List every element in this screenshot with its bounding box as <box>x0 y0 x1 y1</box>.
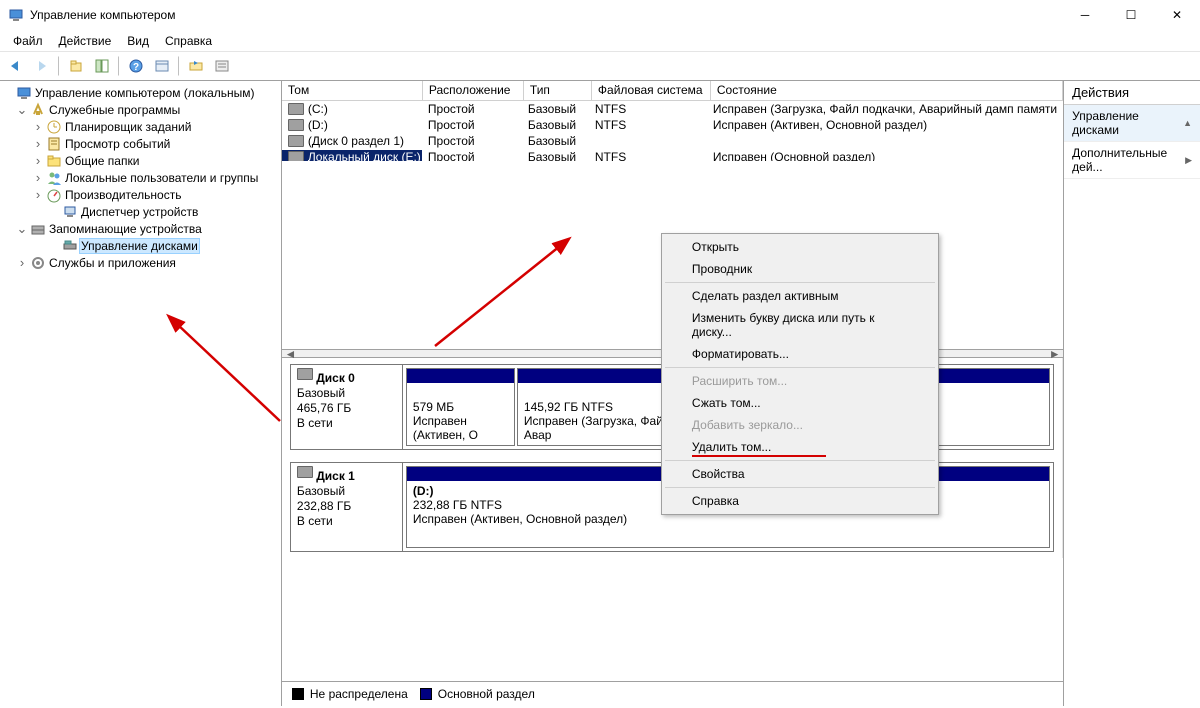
actions-diskmgmt[interactable]: Управление дисками▲ <box>1064 105 1200 142</box>
context-menu: Открыть Проводник Сделать раздел активны… <box>661 233 939 515</box>
help-button[interactable]: ? <box>124 54 148 78</box>
toolbar-separator <box>118 56 120 76</box>
disk-1-info[interactable]: Диск 1 Базовый 232,88 ГБ В сети <box>291 463 403 551</box>
chevron-right-icon: ▶ <box>1185 155 1192 166</box>
toolbar-separator <box>178 56 180 76</box>
tree-scheduler[interactable]: ›Планировщик заданий <box>0 118 281 135</box>
ctx-extend: Расширить том... <box>664 370 936 392</box>
drive-icon <box>288 151 304 161</box>
ctx-shrink[interactable]: Сжать том... <box>664 392 936 414</box>
volume-row-selected[interactable]: Локальный диск (E:) Простой Базовый NTFS… <box>282 149 1063 161</box>
legend-unallocated-label: Не распределена <box>310 687 408 701</box>
menu-help[interactable]: Справка <box>158 32 219 50</box>
maximize-button[interactable]: ☐ <box>1108 0 1154 30</box>
forward-button[interactable] <box>30 54 54 78</box>
up-button[interactable] <box>64 54 88 78</box>
ctx-separator <box>665 487 935 488</box>
menubar: Файл Действие Вид Справка <box>0 31 1200 51</box>
tree-disk-management[interactable]: Управление дисками <box>0 237 281 254</box>
ctx-delete-volume[interactable]: Удалить том... <box>664 436 936 458</box>
toolbar-separator <box>58 56 60 76</box>
drive-icon <box>288 135 304 147</box>
ctx-change-letter[interactable]: Изменить букву диска или путь к диску... <box>664 307 936 343</box>
legend-primary-swatch <box>420 688 432 700</box>
titlebar: Управление компьютером ─ ☐ ✕ <box>0 0 1200 31</box>
tree-services[interactable]: ›Службы и приложения <box>0 254 281 271</box>
tree-shared-folders[interactable]: ›Общие папки <box>0 152 281 169</box>
disk-0-partition-1[interactable]: 579 МБИсправен (Активен, О <box>406 368 515 446</box>
tree-local-users[interactable]: ›Локальные пользователи и группы <box>0 169 281 186</box>
legend-unallocated-swatch <box>292 688 304 700</box>
refresh-button[interactable] <box>184 54 208 78</box>
ctx-separator <box>665 367 935 368</box>
settings-button[interactable] <box>210 54 234 78</box>
ctx-separator <box>665 282 935 283</box>
minimize-button[interactable]: ─ <box>1062 0 1108 30</box>
close-button[interactable]: ✕ <box>1154 0 1200 30</box>
menu-file[interactable]: Файл <box>6 32 50 50</box>
col-type[interactable]: Тип <box>524 81 592 100</box>
menu-view[interactable]: Вид <box>120 32 156 50</box>
disk-0-info[interactable]: Диск 0 Базовый 465,76 ГБ В сети <box>291 365 403 449</box>
partition-bar <box>407 369 514 383</box>
show-hide-button[interactable] <box>90 54 114 78</box>
actions-pane: Действия Управление дисками▲ Дополнитель… <box>1064 81 1200 706</box>
view-button[interactable] <box>150 54 174 78</box>
col-fs[interactable]: Файловая система <box>592 81 711 100</box>
volume-row[interactable]: (Диск 0 раздел 1) Простой Базовый <box>282 133 1063 149</box>
tree-event-viewer[interactable]: ›Просмотр событий <box>0 135 281 152</box>
tree-system-tools[interactable]: ⌄Служебные программы <box>0 101 281 118</box>
ctx-properties[interactable]: Свойства <box>664 463 936 485</box>
tree-pane: Управление компьютером (локальным) ⌄Служ… <box>0 81 282 706</box>
ctx-format[interactable]: Форматировать... <box>664 343 936 365</box>
actions-more[interactable]: Дополнительные дей...▶ <box>1064 142 1200 179</box>
app-icon <box>8 7 24 23</box>
col-volume[interactable]: Том <box>282 81 423 100</box>
svg-text:?: ? <box>133 62 139 73</box>
drive-icon <box>288 119 304 131</box>
annotation-arrow-1 <box>165 306 282 436</box>
tree-storage[interactable]: ⌄Запоминающие устройства <box>0 220 281 237</box>
ctx-make-active[interactable]: Сделать раздел активным <box>664 285 936 307</box>
ctx-separator <box>665 460 935 461</box>
volume-grid-header: Том Расположение Тип Файловая система Со… <box>282 81 1063 101</box>
legend: Не распределена Основной раздел <box>282 681 1063 706</box>
tree-device-manager[interactable]: Диспетчер устройств <box>0 203 281 220</box>
disk-icon <box>297 368 313 380</box>
ctx-open[interactable]: Открыть <box>664 236 936 258</box>
legend-primary-label: Основной раздел <box>438 687 535 701</box>
col-layout[interactable]: Расположение <box>423 81 524 100</box>
main-pane: Том Расположение Тип Файловая система Со… <box>282 81 1064 706</box>
drive-icon <box>288 103 304 115</box>
actions-header: Действия <box>1064 81 1200 105</box>
volume-row[interactable]: (C:) Простой Базовый NTFS Исправен (Загр… <box>282 101 1063 117</box>
ctx-mirror: Добавить зеркало... <box>664 414 936 436</box>
volume-grid: (C:) Простой Базовый NTFS Исправен (Загр… <box>282 101 1063 161</box>
menu-action[interactable]: Действие <box>52 32 119 50</box>
tree-performance[interactable]: ›Производительность <box>0 186 281 203</box>
chevron-up-icon: ▲ <box>1183 118 1192 128</box>
col-status[interactable]: Состояние <box>711 81 1063 100</box>
ctx-explorer[interactable]: Проводник <box>664 258 936 280</box>
back-button[interactable] <box>4 54 28 78</box>
disk-icon <box>297 466 313 478</box>
volume-row[interactable]: (D:) Простой Базовый NTFS Исправен (Акти… <box>282 117 1063 133</box>
toolbar: ? <box>0 51 1200 81</box>
window-title: Управление компьютером <box>30 8 175 22</box>
ctx-help[interactable]: Справка <box>664 490 936 512</box>
tree-root[interactable]: Управление компьютером (локальным) <box>0 84 281 101</box>
